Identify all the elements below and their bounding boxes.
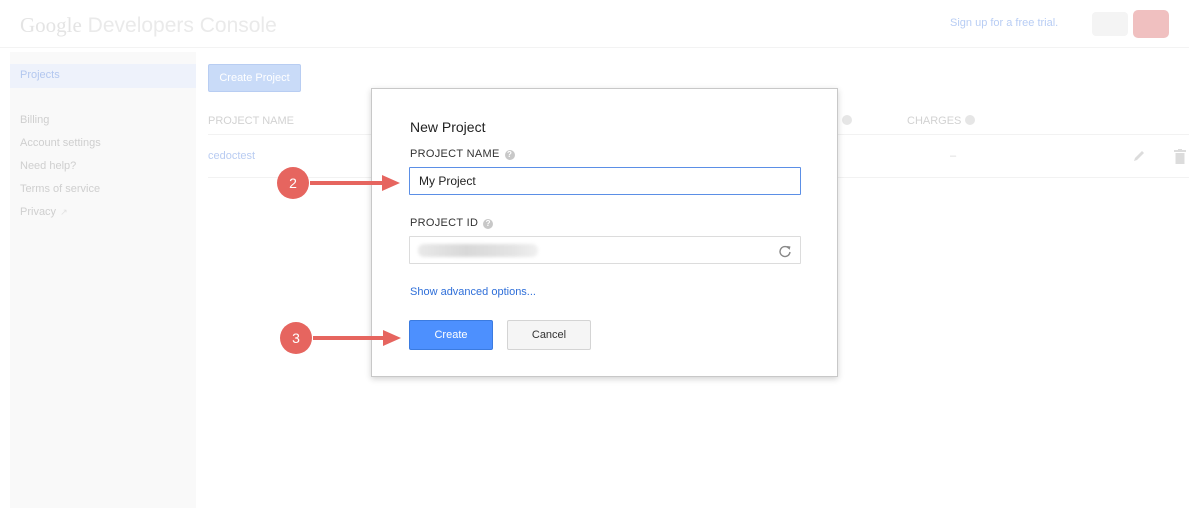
column-header-project-name: PROJECT NAME	[208, 115, 294, 127]
sidebar-item-billing[interactable]: Billing	[20, 114, 49, 126]
sidebar-item-terms[interactable]: Terms of service	[20, 183, 100, 195]
create-button[interactable]: Create	[409, 320, 493, 350]
sidebar-item-account-settings[interactable]: Account settings	[20, 137, 101, 149]
column-header-charges: CHARGES	[907, 115, 976, 127]
dialog-title: New Project	[410, 119, 486, 135]
charges-value: –	[950, 150, 957, 162]
trash-icon[interactable]	[1174, 149, 1186, 164]
cancel-button[interactable]: Cancel	[507, 320, 591, 350]
create-project-button[interactable]: Create Project	[208, 64, 301, 92]
project-name-input[interactable]	[409, 167, 801, 195]
sidebar-item-need-help[interactable]: Need help?	[20, 160, 76, 172]
help-icon[interactable]: ?	[483, 219, 494, 229]
project-link[interactable]: cedoctest	[208, 150, 255, 162]
refresh-icon[interactable]	[778, 244, 792, 258]
top-bar: Google Developers Console Sign up for a …	[0, 0, 1189, 48]
redacted-project-id	[418, 244, 538, 257]
step-3-arrow	[313, 330, 401, 346]
external-link-icon: ↗	[60, 207, 68, 217]
step-2-arrow	[310, 175, 400, 191]
app-logo: Google Developers Console	[20, 13, 277, 37]
sidebar-item-projects[interactable]: Projects	[20, 69, 60, 81]
project-id-field[interactable]	[409, 236, 801, 264]
new-project-dialog: New Project PROJECT NAME? PROJECT ID? Sh…	[371, 88, 838, 377]
project-id-label: PROJECT ID?	[410, 217, 494, 229]
help-icon[interactable]: ?	[504, 150, 515, 160]
help-icon	[842, 115, 852, 125]
project-name-label: PROJECT NAME?	[410, 148, 515, 160]
step-badge-3: 3	[280, 322, 312, 354]
show-advanced-options-link[interactable]: Show advanced options...	[410, 286, 536, 298]
help-icon	[965, 115, 976, 125]
avatar[interactable]	[1133, 10, 1169, 38]
pencil-icon[interactable]	[1132, 149, 1146, 163]
column-header-requests-help	[838, 115, 852, 127]
sidebar: Projects Billing Account settings Need h…	[10, 52, 196, 508]
account-switcher[interactable]	[1092, 12, 1128, 36]
sidebar-item-privacy[interactable]: Privacy ↗	[20, 206, 68, 218]
free-trial-link[interactable]: Sign up for a free trial.	[950, 17, 1058, 29]
step-badge-2: 2	[277, 167, 309, 199]
